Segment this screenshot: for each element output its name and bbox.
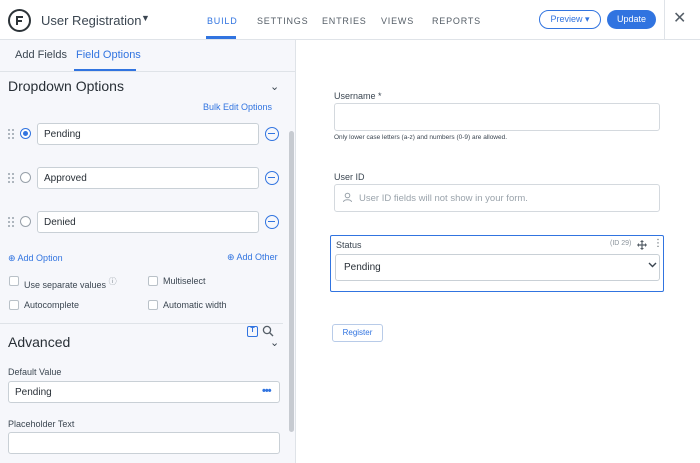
placeholder-text-label: Placeholder Text xyxy=(8,419,75,429)
divider xyxy=(664,0,665,40)
automatic-width-label: Automatic width xyxy=(163,300,227,310)
top-bar: User Registration ▼ BUILD SETTINGS ENTRI… xyxy=(0,0,700,40)
autocomplete-checkbox[interactable] xyxy=(9,300,19,310)
tab-build[interactable]: BUILD xyxy=(207,16,238,26)
more-options-icon[interactable]: ••• xyxy=(262,385,272,397)
default-value-input[interactable]: Pending xyxy=(8,381,280,403)
update-button[interactable]: Update xyxy=(607,10,656,29)
separate-values-label: Use separate values ⓘ xyxy=(24,276,117,290)
formidable-logo-icon[interactable] xyxy=(8,9,31,32)
chevron-down-icon[interactable]: ⌄ xyxy=(270,336,279,349)
remove-option-icon[interactable] xyxy=(265,215,279,229)
remove-option-icon[interactable] xyxy=(265,127,279,141)
chevron-down-icon xyxy=(648,262,657,268)
option-input[interactable]: Approved xyxy=(37,167,259,189)
divider xyxy=(0,71,295,72)
automatic-width-checkbox[interactable] xyxy=(148,300,158,310)
required-mark: * xyxy=(378,91,382,101)
default-option-radio[interactable] xyxy=(20,128,31,139)
dropdown-options-heading: Dropdown Options xyxy=(8,78,124,94)
option-input[interactable]: Denied xyxy=(37,211,259,233)
info-icon[interactable]: ⓘ xyxy=(109,277,117,286)
add-option-link[interactable]: ⊕ Add Option xyxy=(8,253,63,264)
tab-views[interactable]: VIEWS xyxy=(381,16,414,26)
active-tab-indicator xyxy=(206,36,236,39)
remove-option-icon[interactable] xyxy=(265,171,279,185)
close-icon[interactable]: ✕ xyxy=(673,9,686,29)
smart-tags-icon[interactable]: T xyxy=(247,326,258,337)
username-hint: Only lower case letters (a-z) and number… xyxy=(334,134,508,141)
multiselect-checkbox[interactable] xyxy=(148,276,158,286)
drag-handle-icon[interactable] xyxy=(8,173,16,183)
option-input[interactable]: Pending xyxy=(37,123,259,145)
default-option-radio[interactable] xyxy=(20,172,31,183)
multiselect-label: Multiselect xyxy=(163,276,206,286)
user-id-placeholder: User ID fields will not show in your for… xyxy=(359,193,528,204)
status-dropdown[interactable]: Pending xyxy=(335,254,660,281)
tab-entries[interactable]: ENTRIES xyxy=(322,16,367,26)
tab-settings[interactable]: SETTINGS xyxy=(257,16,308,26)
register-button[interactable]: Register xyxy=(332,324,383,342)
add-other-link[interactable]: ⊕ Add Other xyxy=(227,252,278,263)
divider xyxy=(0,323,283,324)
preview-button[interactable]: Preview ▾ xyxy=(539,10,601,29)
autocomplete-label: Autocomplete xyxy=(24,300,80,310)
tab-add-fields[interactable]: Add Fields xyxy=(15,49,67,61)
field-options-panel: Add Fields Field Options Dropdown Option… xyxy=(0,40,296,463)
default-value-label: Default Value xyxy=(8,367,62,377)
user-icon xyxy=(343,192,352,203)
placeholder-text-input[interactable] xyxy=(8,432,280,454)
chevron-down-icon[interactable]: ⌄ xyxy=(270,80,279,93)
field-id-badge: (ID 29) xyxy=(610,240,632,247)
username-label-text: Username xyxy=(334,91,376,101)
tab-reports[interactable]: REPORTS xyxy=(432,16,481,26)
move-icon[interactable] xyxy=(637,240,647,250)
separate-values-text: Use separate values xyxy=(24,280,107,290)
username-label: Username * xyxy=(334,91,382,101)
more-vertical-icon[interactable]: ⋮ xyxy=(653,239,663,249)
advanced-heading: Advanced xyxy=(8,334,71,350)
scrollbar[interactable] xyxy=(289,131,294,432)
status-label: Status xyxy=(336,240,362,250)
username-input[interactable] xyxy=(334,103,660,131)
tab-field-options[interactable]: Field Options xyxy=(76,49,141,61)
caret-down-icon[interactable]: ▼ xyxy=(141,13,150,23)
bulk-edit-options-link[interactable]: Bulk Edit Options xyxy=(203,102,272,112)
drag-handle-icon[interactable] xyxy=(8,217,16,227)
drag-handle-icon[interactable] xyxy=(8,129,16,139)
default-option-radio[interactable] xyxy=(20,216,31,227)
user-id-label: User ID xyxy=(334,172,365,182)
search-icon[interactable] xyxy=(262,325,274,337)
separate-values-checkbox[interactable] xyxy=(9,276,19,286)
form-title[interactable]: User Registration xyxy=(41,13,141,28)
